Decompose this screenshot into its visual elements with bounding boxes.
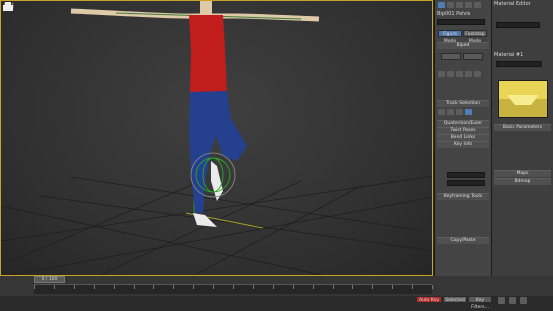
hierarchy-icon[interactable] <box>456 2 463 8</box>
layer-icon[interactable] <box>465 71 472 77</box>
play-icon[interactable] <box>498 297 505 304</box>
timeline-tick <box>372 285 374 289</box>
mode-icon[interactable] <box>456 71 463 77</box>
material-slot-name: Material #1 <box>494 52 524 58</box>
tool-button-2[interactable] <box>463 53 483 60</box>
body-vertical-icon[interactable] <box>447 109 454 115</box>
material-preview-shape <box>499 95 547 117</box>
key-field-2[interactable] <box>447 180 485 186</box>
timeline-tick <box>352 285 354 289</box>
anim-icon[interactable] <box>474 71 481 77</box>
timeline-tick <box>153 285 155 289</box>
timeline-tick <box>432 285 433 289</box>
load-icon[interactable] <box>438 71 445 77</box>
body-horizontal-icon[interactable] <box>438 109 445 115</box>
body-rotation-icon[interactable] <box>456 109 463 115</box>
material-editor-panel: Material Editor Material #1 Basic Parame… <box>491 0 553 276</box>
timeline-tick <box>252 285 254 289</box>
rollout-twist-poses[interactable]: Twist Poses <box>437 127 489 134</box>
timeline-tick <box>34 285 35 289</box>
tool-button-1[interactable] <box>441 53 461 60</box>
command-panel: Bip001 Pelvis Figure Mode Footstep Mode … <box>434 0 491 276</box>
mode-icons <box>437 70 489 77</box>
auto-key-button[interactable]: Auto Key <box>416 296 442 303</box>
timeline-tick <box>213 285 215 289</box>
rollout-quaternion[interactable]: Quaternion/Euler <box>437 120 489 127</box>
timeline-tick <box>53 285 55 289</box>
key-filters-button[interactable]: Key Filters... <box>468 296 492 310</box>
time-slider[interactable]: 0 / 100 <box>34 276 65 283</box>
timeline-tick <box>233 285 234 289</box>
timeline-tick <box>93 285 95 289</box>
object-name-field[interactable] <box>437 19 485 25</box>
selected-dropdown[interactable]: Selected <box>443 296 467 303</box>
track-icons <box>437 108 489 115</box>
rollout-maps[interactable]: Maps <box>494 170 551 177</box>
object-name-label: Bip001 Pelvis <box>437 11 471 17</box>
status-bar: Auto Key Selected Key Filters... <box>0 296 553 310</box>
footstep-mode-button[interactable]: Footstep Mode <box>463 30 487 44</box>
timeline-tick <box>292 285 294 289</box>
rollout-copy-paste[interactable]: Copy/Paste <box>437 237 489 244</box>
timeline-tick <box>332 285 334 289</box>
material-preview-swatch[interactable] <box>498 80 548 118</box>
rollout-bend-links[interactable]: Bend Links <box>437 134 489 141</box>
neck <box>200 1 212 15</box>
rollout-key-info[interactable]: Key Info <box>437 141 489 148</box>
material-name-field[interactable] <box>496 61 542 67</box>
perspective-viewport[interactable]: [+] <box>0 0 433 276</box>
rollout-keyframing-tools[interactable]: Keyframing Tools <box>437 193 489 200</box>
motion-icon[interactable] <box>465 2 472 8</box>
symmetrical-icon[interactable] <box>465 109 472 115</box>
timeline-tick <box>272 285 274 289</box>
save-icon[interactable] <box>447 71 454 77</box>
timeline-tick <box>113 285 115 289</box>
figure-mode-button[interactable]: Figure Mode <box>438 30 462 44</box>
camera-icon[interactable] <box>1 1 15 12</box>
next-frame-icon[interactable] <box>509 297 516 304</box>
rollout-track-selection[interactable]: Track Selection <box>437 100 489 107</box>
rollout-basic-params[interactable]: Basic Parameters <box>494 124 551 131</box>
time-config-icon[interactable] <box>520 297 527 304</box>
rollout-biped[interactable]: Biped <box>437 42 489 49</box>
timeline-tick <box>193 285 195 289</box>
timeline-tick <box>392 285 394 289</box>
timeline-tick <box>173 285 175 289</box>
scene-svg <box>1 1 432 275</box>
display-icon[interactable] <box>474 2 481 8</box>
timeline-tick <box>412 285 414 289</box>
shirt <box>189 15 227 93</box>
modify-icon[interactable] <box>447 2 454 8</box>
command-tabs <box>437 1 489 8</box>
key-field-1[interactable] <box>447 172 485 178</box>
timeline-tick <box>133 285 135 289</box>
material-panel-title: Material Editor <box>494 1 531 7</box>
timeline-tick <box>312 285 314 289</box>
rollout-bitmap[interactable]: Bitmap <box>494 178 551 185</box>
timeline-tick <box>73 285 75 289</box>
create-icon[interactable] <box>438 2 445 8</box>
material-dropdown[interactable] <box>496 22 540 28</box>
